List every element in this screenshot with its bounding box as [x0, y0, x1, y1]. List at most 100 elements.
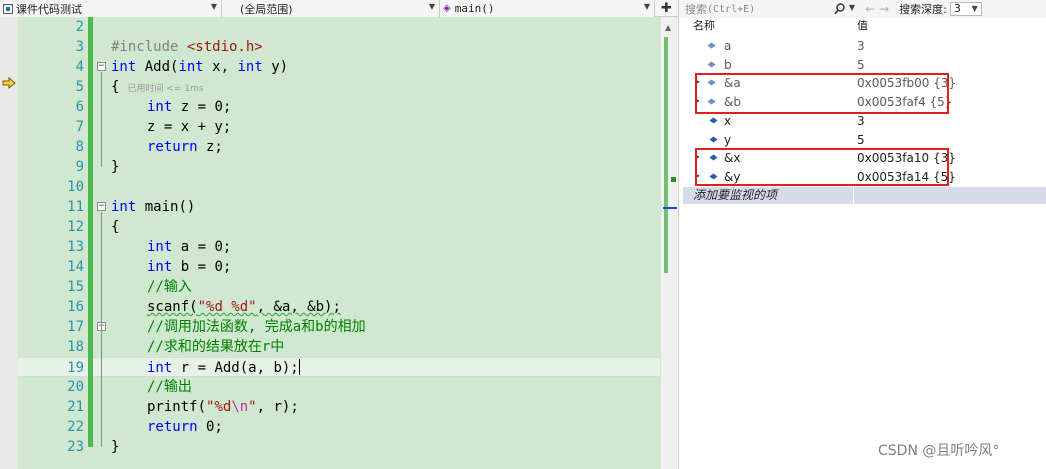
function-dropdown[interactable]: ◈ main() ▼: [440, 0, 655, 17]
editor-scrollbar[interactable]: ▲: [660, 17, 678, 469]
line-number: 18: [67, 339, 84, 355]
watch-row[interactable]: y5: [679, 131, 1046, 150]
function-icon: ◈: [443, 3, 451, 14]
column-header-value[interactable]: 值: [854, 18, 868, 34]
code-text: }: [111, 439, 120, 455]
add-watch-label: 添加要监视的项: [693, 188, 778, 202]
code-comment: //输出: [147, 379, 192, 395]
watch-variable-icon: [709, 136, 718, 142]
line-number: 3: [75, 39, 84, 55]
code-text: int main(): [111, 199, 196, 215]
watch-item-name: x: [724, 113, 732, 128]
line-number: 6: [75, 99, 84, 115]
watch-item-value: 3: [857, 113, 865, 128]
search-nav-arrows-icon[interactable]: ←→: [865, 2, 893, 16]
code-comment: //调用加法函数, 完成a和b的相加: [147, 319, 366, 335]
watch-column-header: 名称 值: [679, 18, 1046, 34]
code-text: return z;: [147, 139, 223, 155]
split-editor-button[interactable]: ✚: [655, 0, 678, 17]
watch-search-input[interactable]: 搜索 (Ctrl+E) ▼: [685, 2, 855, 17]
line-number: 4: [75, 59, 84, 75]
watch-row[interactable]: x3: [679, 112, 1046, 131]
line-number: 12: [67, 219, 84, 235]
search-shortcut: (Ctrl+E): [707, 3, 756, 15]
code-line: 2: [18, 17, 660, 37]
chevron-down-icon: ▼: [971, 4, 978, 13]
watch-variable-icon: [707, 42, 716, 49]
collapse-toggle[interactable]: −: [97, 202, 106, 211]
code-text: int a = 0;: [147, 239, 232, 255]
chevron-down-icon: ▼: [428, 2, 435, 11]
collapse-toggle[interactable]: −: [97, 62, 106, 71]
watch-item-value: 5: [857, 132, 865, 147]
code-text: scanf("%d %d", &a, &b);: [147, 299, 341, 315]
line-number: 22: [67, 419, 84, 435]
watch-row[interactable]: a3: [679, 37, 1046, 56]
watch-toolbar: 搜索 (Ctrl+E) ▼ ←→ 搜索深度: 3 ▼: [679, 0, 1046, 18]
code-editor[interactable]: 课件代码测试 ▼ (全局范围) ▼ ◈ main() ▼ ✚ 2 3 #incl…: [0, 0, 678, 469]
line-number: 7: [75, 119, 84, 135]
line-number: 15: [67, 279, 84, 295]
search-icon[interactable]: [834, 2, 845, 15]
search-depth-select[interactable]: 3 ▼: [949, 2, 982, 16]
chevron-down-icon[interactable]: ▼: [849, 3, 855, 12]
text-caret: [298, 359, 300, 375]
highlight-box: [695, 148, 949, 186]
code-line: 23 }: [18, 437, 660, 457]
line-number: 20: [67, 379, 84, 395]
caret-position-marker: [663, 207, 677, 209]
line-number: 10: [67, 179, 84, 195]
project-label: 课件代码测试: [16, 2, 82, 16]
function-label: main(): [454, 2, 495, 15]
code-line: 8 return z;: [18, 137, 660, 157]
watch-row[interactable]: b5: [679, 56, 1046, 75]
project-dropdown[interactable]: 课件代码测试 ▼: [0, 0, 222, 17]
watch-item-value: 5: [857, 57, 865, 72]
watermark-text: CSDN @且听吟风°: [878, 443, 1000, 459]
add-watch-item[interactable]: 添加要监视的项: [683, 187, 1046, 204]
line-number: 2: [75, 19, 84, 35]
watch-item-value: 3: [857, 39, 865, 53]
line-number: 9: [75, 159, 84, 175]
code-line: 9 }: [18, 157, 660, 177]
chevron-down-icon: ▼: [643, 2, 650, 11]
code-line: 5 {已用时间 <= 1ms: [18, 77, 660, 97]
code-line: 10: [18, 177, 660, 197]
code-line: 21 printf("%d\n", r);: [18, 397, 660, 417]
project-icon: [3, 3, 13, 14]
code-text: int Add(int x, int y): [111, 59, 289, 75]
code-line: 20 //输出: [18, 377, 660, 397]
code-text: }: [111, 159, 120, 175]
line-number: 8: [75, 139, 84, 155]
search-depth-label: 搜索深度:: [899, 3, 947, 16]
code-text: {已用时间 <= 1ms: [111, 79, 204, 95]
line-number: 11: [67, 199, 84, 215]
code-area[interactable]: 2 3 #include <stdio.h> 4 − int Add(int x…: [18, 17, 660, 469]
navigation-bar: 课件代码测试 ▼ (全局范围) ▼ ◈ main() ▼ ✚: [0, 0, 678, 17]
code-text: int b = 0;: [147, 259, 232, 275]
scope-dropdown[interactable]: (全局范围) ▼: [222, 0, 440, 17]
code-text: int r = Add(a, b);: [147, 359, 300, 376]
scroll-marker: [671, 177, 676, 182]
code-line: 4 − int Add(int x, int y): [18, 57, 660, 77]
highlight-box: [695, 73, 949, 114]
scroll-up-icon[interactable]: ▲: [665, 23, 671, 32]
code-line: 15 //输入: [18, 277, 660, 297]
watch-window: 搜索 (Ctrl+E) ▼ ←→ 搜索深度: 3 ▼ 名称 值 a 3 b 5 ▸ &a 0x…: [678, 0, 1046, 469]
code-line: 12 {: [18, 217, 660, 237]
watch-variable-icon: [709, 117, 718, 124]
current-code-line: 19 int r = Add(a, b);: [18, 357, 660, 377]
code-text: printf("%d\n", r);: [147, 399, 299, 415]
fold-guide: [101, 212, 102, 447]
code-text: z = x + y;: [147, 119, 232, 135]
scroll-thumb[interactable]: [664, 37, 668, 273]
code-line: 22 return 0;: [18, 417, 660, 437]
fold-guide: [101, 72, 102, 167]
search-placeholder: 搜索: [685, 3, 707, 16]
code-line: 13 int a = 0;: [18, 237, 660, 257]
code-comment: //输入: [147, 279, 192, 295]
code-comment: //求和的结果放在r中: [147, 339, 285, 355]
watch-item-name: y: [724, 132, 732, 147]
column-header-name[interactable]: 名称: [679, 18, 854, 34]
code-line: 17 − //调用加法函数, 完成a和b的相加: [18, 317, 660, 337]
